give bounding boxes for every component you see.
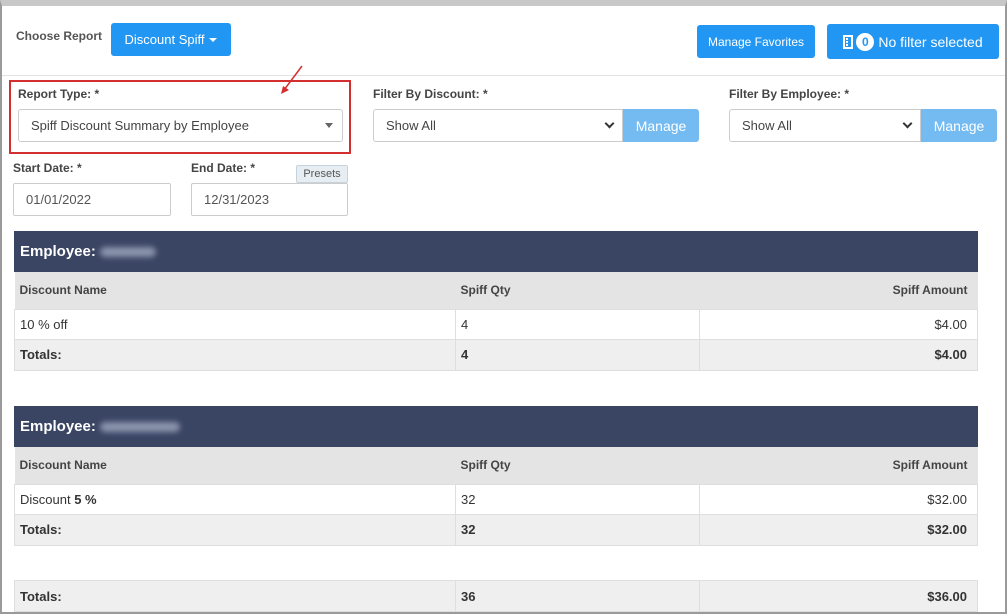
table-row: Discount 5 % 32 $32.00 [14,483,978,515]
start-date-label: Start Date: * [13,161,82,175]
totals-row: Totals: 32 $32.00 [14,513,978,546]
report-select-button[interactable]: Discount Spiff [111,23,231,56]
report-type-select[interactable]: Spiff Discount Summary by Employee [18,109,343,142]
spiff-amount-cell: $32.00 [699,483,978,515]
report-type-value: Spiff Discount Summary by Employee [31,118,249,133]
report-toolbar: Choose Report Discount Spiff Manage Favo… [2,6,1005,76]
column-header-discount-name: Discount Name [14,447,456,484]
report-select-label: Discount Spiff [124,32,205,47]
total-amount-cell: $4.00 [699,338,978,371]
spiff-qty-cell: 4 [455,308,700,340]
end-date-label: End Date: * [191,161,256,175]
annotation-arrow-icon [281,65,303,94]
redacted-employee-name [99,421,180,432]
table-header-row: Discount Name Spiff Qty Spiff Amount [14,447,978,484]
totals-row: Totals: 4 $4.00 [14,338,978,371]
discount-filter-label: Filter By Discount: * [373,87,488,101]
grand-total-qty-cell: 36 [455,580,700,612]
start-date-input[interactable]: 01/01/2022 [13,183,171,216]
column-header-spiff-amount: Spiff Amount [699,447,978,484]
filter-status-button[interactable]: 0 No filter selected [827,24,999,59]
presets-button[interactable]: Presets [296,165,348,183]
chevron-down-icon [902,118,913,129]
filter-count-badge: 0 [856,32,875,51]
grand-totals-table: Totals: 36 $36.00 [14,580,978,612]
spiff-table: Discount Name Spiff Qty Spiff Amount 10 … [14,272,978,371]
totals-label: Totals: [14,338,456,371]
spiff-table: Discount Name Spiff Qty Spiff Amount Dis… [14,447,978,546]
spiff-qty-cell: 32 [455,483,700,515]
report-window: Choose Report Discount Spiff Manage Favo… [0,0,1007,614]
column-header-spiff-qty: Spiff Qty [455,447,700,484]
chevron-down-icon [604,118,615,129]
caret-down-icon [209,37,218,42]
grand-totals-row: Totals: 36 $36.00 [14,580,978,612]
discount-name-cell: 10 % off [14,308,456,340]
grand-totals-label: Totals: [14,580,456,612]
table-header-row: Discount Name Spiff Qty Spiff Amount [14,272,978,309]
choose-report-label: Choose Report [16,29,103,43]
manage-employees-button[interactable]: Manage [921,109,997,142]
discount-name-text: Discount [20,491,71,507]
grand-total-amount-cell: $36.00 [699,580,978,612]
employee-header: Employee: [14,406,978,447]
total-amount-cell: $32.00 [699,513,978,546]
column-header-spiff-qty: Spiff Qty [455,272,700,309]
discount-name-percent: 5 % [74,491,97,507]
total-qty-cell: 4 [455,338,700,371]
column-header-spiff-amount: Spiff Amount [699,272,978,309]
employee-filter-value: Show All [742,118,792,133]
discount-name-cell: Discount 5 % [14,483,456,515]
employee-label: Employee: [20,243,96,260]
employee-label: Employee: [20,418,96,435]
employee-section: Employee: Discount Name Spiff Qty Spiff … [14,406,978,546]
manage-discounts-button[interactable]: Manage [623,109,699,142]
redacted-employee-name [99,246,156,257]
spiff-amount-cell: $4.00 [699,308,978,340]
dropdown-arrow-icon [325,123,333,128]
manage-favorites-button[interactable]: Manage Favorites [697,25,815,58]
table-row: 10 % off 4 $4.00 [14,308,978,340]
end-date-input[interactable]: 12/31/2023 [191,183,348,216]
filter-status-label: No filter selected [878,33,983,50]
column-header-discount-name: Discount Name [14,272,456,309]
total-qty-cell: 32 [455,513,700,546]
employee-filter-select[interactable]: Show All [729,109,921,142]
employee-header: Employee: [14,231,978,272]
building-icon [843,34,854,49]
discount-filter-select[interactable]: Show All [373,109,623,142]
report-type-label: Report Type: * [18,87,100,101]
employee-section: Employee: Discount Name Spiff Qty Spiff … [14,231,978,371]
employee-filter-label: Filter By Employee: * [729,87,850,101]
totals-label: Totals: [14,513,456,546]
grand-totals-section: Totals: 36 $36.00 [14,580,978,612]
discount-filter-value: Show All [386,118,436,133]
